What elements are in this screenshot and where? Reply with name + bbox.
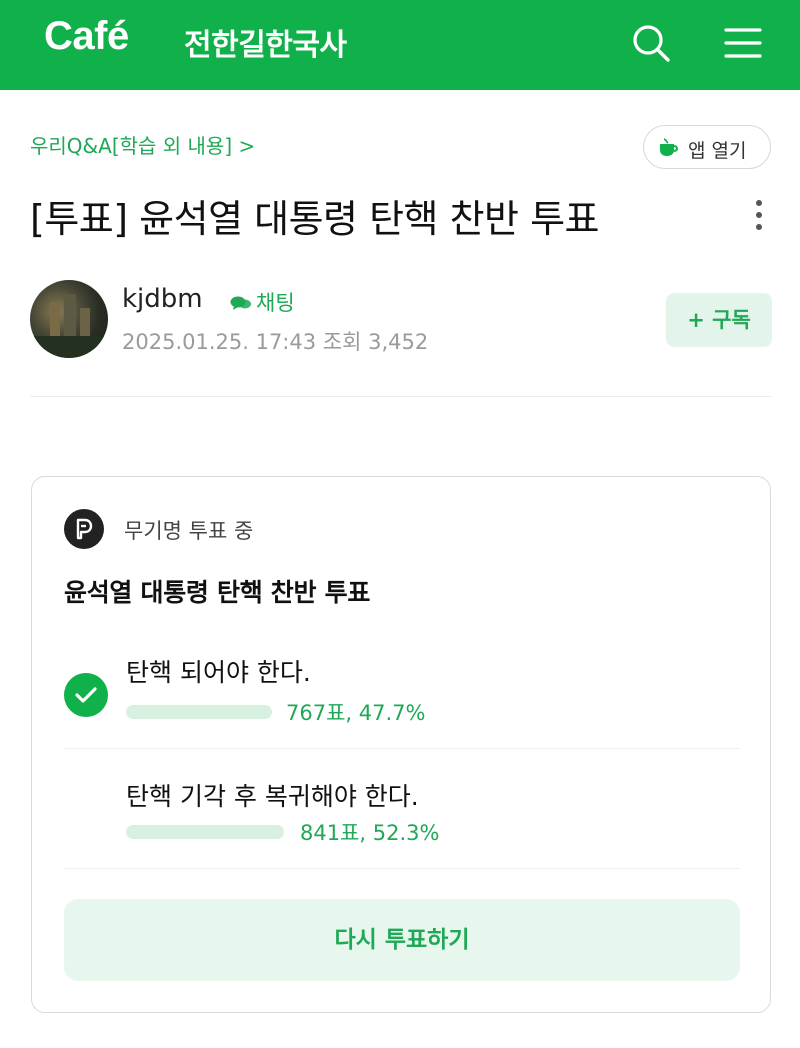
post-title: [투표] 윤석열 대통령 탄핵 찬반 투표 [30,197,600,241]
poll-option-result: 841표, 52.3% [300,821,440,845]
chat-label: 채팅 [256,291,295,315]
menu-icon [724,28,762,58]
cafe-name[interactable]: 전한길한국사 [184,20,347,64]
app-open-label: 앱 열기 [688,140,747,162]
more-vertical-icon [756,200,762,230]
poll-title: 윤석열 대통령 탄핵 찬반 투표 [64,578,371,607]
divider [30,396,772,397]
subscribe-button[interactable]: + 구독 [666,293,772,347]
cafe-logo[interactable]: Café [44,14,129,59]
poll-icon [64,509,104,549]
more-options-button[interactable] [748,195,770,235]
search-button[interactable] [628,20,674,66]
cup-icon [660,138,678,156]
check-icon [64,673,108,717]
poll-option-result: 767표, 47.7% [286,701,426,725]
poll-option-label: 탄핵 기각 후 복귀해야 한다. [126,782,419,811]
poll-status: 무기명 투표 중 [124,519,254,543]
revote-button[interactable]: 다시 투표하기 [64,899,740,981]
poll-option[interactable]: 탄핵 기각 후 복귀해야 한다. 841표, 52.3% [64,769,740,869]
menu-button[interactable] [720,20,766,66]
post-date: 2025.01.25. 17:43 [122,330,317,354]
post-views: 조회 3,452 [322,330,429,354]
author-avatar[interactable] [30,280,108,358]
author-name[interactable]: kjdbm [122,284,203,314]
board-link[interactable]: 우리Q&A[학습 외 내용] > [30,130,255,159]
poll-option-bar [126,705,272,719]
post-meta: 2025.01.25. 17:43 조회 3,452 [122,326,428,356]
poll-card: 무기명 투표 중 윤석열 대통령 탄핵 찬반 투표 탄핵 되어야 한다. 767… [31,476,771,1013]
search-icon [633,25,670,62]
poll-option[interactable]: 탄핵 되어야 한다. 767표, 47.7% [64,645,740,749]
poll-option-label: 탄핵 되어야 한다. [126,658,311,687]
top-app-bar: Café 전한길한국사 [0,0,800,90]
chat-icon [230,296,251,310]
app-open-button[interactable]: 앱 열기 [643,125,771,169]
chat-button[interactable]: 채팅 [230,287,295,317]
poll-option-bar [126,825,284,839]
